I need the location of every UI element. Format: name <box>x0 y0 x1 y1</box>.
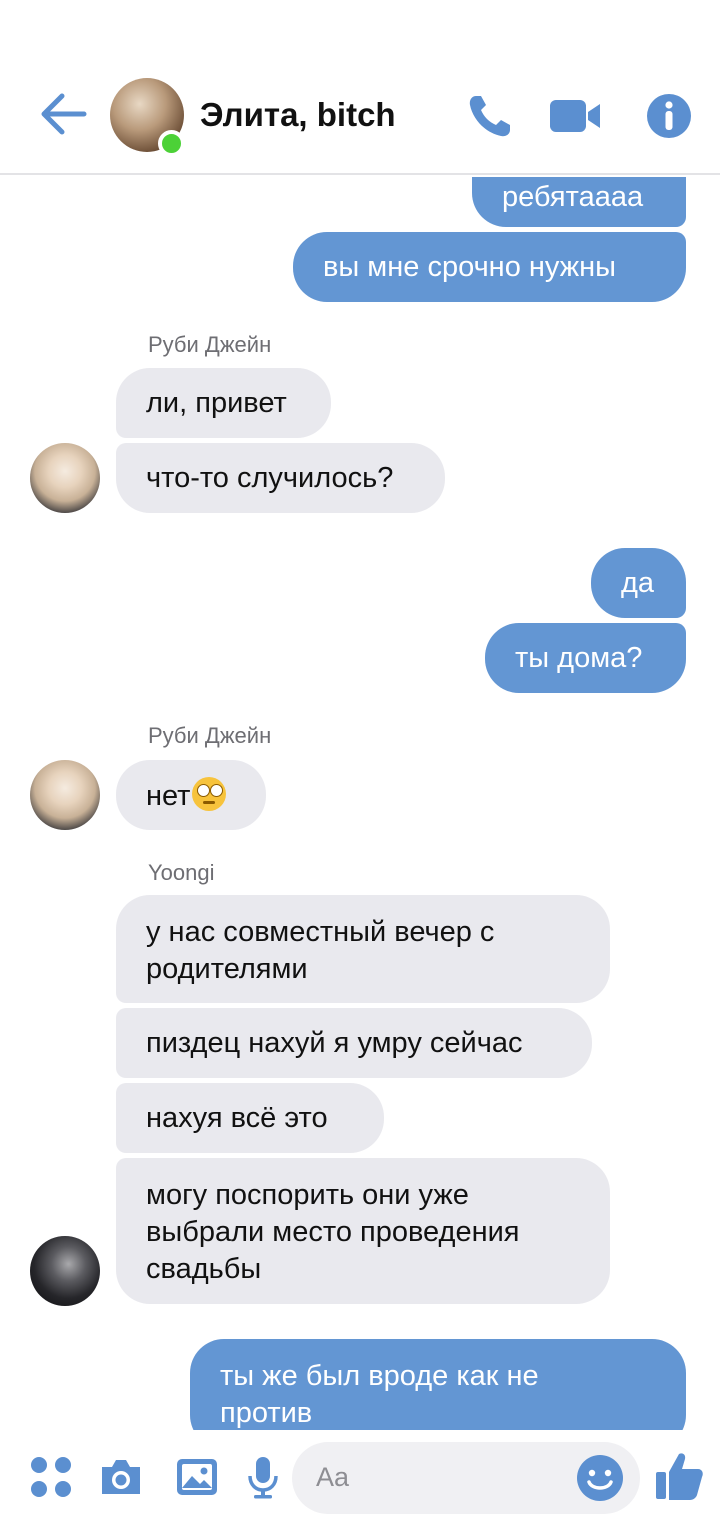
message-incoming[interactable]: нет <box>116 760 266 830</box>
chat-title[interactable]: Элита, bitch <box>200 96 396 134</box>
message-incoming[interactable]: что-то случилось? <box>116 443 445 513</box>
more-apps-icon[interactable] <box>28 1454 74 1500</box>
message-composer: Aa <box>0 1430 720 1520</box>
eye-roll-emoji-icon <box>192 777 227 811</box>
phone-call-icon[interactable] <box>466 92 516 140</box>
message-list[interactable]: ребятаааа вы мне срочно нужны Руби Джейн… <box>0 177 720 1430</box>
sender-avatar[interactable] <box>30 760 100 830</box>
microphone-icon[interactable] <box>240 1454 286 1500</box>
message-incoming[interactable]: могу поспорить они уже выбрали место про… <box>116 1158 610 1304</box>
sender-avatar[interactable] <box>30 443 100 513</box>
thumbs-up-icon[interactable] <box>654 1450 704 1502</box>
message-outgoing[interactable]: ребятаааа <box>472 177 686 227</box>
emoji-icon[interactable] <box>576 1454 624 1502</box>
gallery-icon[interactable] <box>174 1454 220 1500</box>
online-status-dot <box>158 130 185 157</box>
message-outgoing[interactable]: ты же был вроде как не против <box>190 1339 686 1430</box>
message-outgoing[interactable]: вы мне срочно нужны <box>293 232 686 302</box>
video-call-icon[interactable] <box>548 92 604 140</box>
sender-avatar[interactable] <box>30 1236 100 1306</box>
sender-name: Руби Джейн <box>148 332 272 357</box>
message-incoming[interactable]: у нас совместный вечер с родителями <box>116 895 610 1003</box>
camera-icon[interactable] <box>98 1454 144 1500</box>
message-incoming[interactable]: ли, привет <box>116 368 331 438</box>
message-outgoing[interactable]: ты дома? <box>485 623 686 693</box>
message-incoming[interactable]: нахуя всё это <box>116 1083 384 1153</box>
back-arrow-icon[interactable] <box>38 92 88 136</box>
info-icon[interactable] <box>644 92 694 140</box>
message-outgoing[interactable]: да <box>591 548 686 618</box>
chat-header: Элита, bitch <box>0 0 720 175</box>
sender-name: Yoongi <box>148 860 215 885</box>
sender-name: Руби Джейн <box>148 723 272 748</box>
message-incoming[interactable]: пиздец нахуй я умру сейчас <box>116 1008 592 1078</box>
